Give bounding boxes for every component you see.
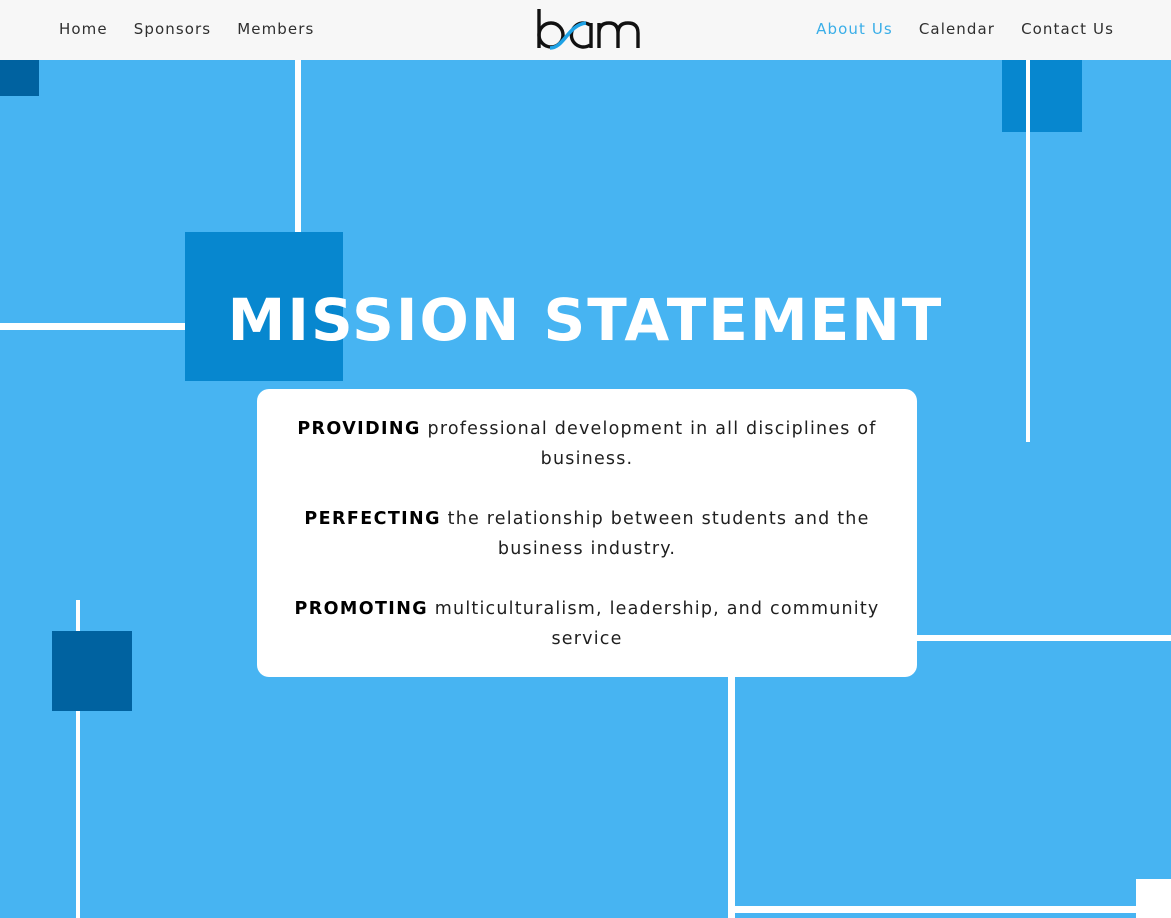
- nav-right: About Us Calendar Contact Us: [790, 0, 1114, 58]
- statement-keyword: PROMOTING: [294, 599, 429, 619]
- bam-logo[interactable]: [534, 7, 646, 51]
- nav-link-home[interactable]: Home: [59, 20, 108, 38]
- decor-square-top-left: [0, 60, 39, 96]
- decor-square-bottom-right: [1136, 879, 1171, 918]
- mission-statement-item: PROMOTING multiculturalism, leadership, …: [285, 594, 889, 654]
- nav-link-calendar[interactable]: Calendar: [919, 20, 995, 38]
- nav-link-members[interactable]: Members: [237, 20, 314, 38]
- decor-line-vertical: [295, 60, 301, 235]
- decor-square-bottom-left: [52, 631, 132, 711]
- nav-link-about-us[interactable]: About Us: [816, 20, 893, 38]
- mission-statement-item: PROVIDING professional development in al…: [285, 414, 889, 474]
- nav-left: Home Sponsors Members: [59, 0, 340, 58]
- decor-square-top-right: [1002, 60, 1082, 132]
- page: Home Sponsors Members About Us Calendar …: [0, 0, 1171, 918]
- page-title: MISSION STATEMENT: [227, 286, 944, 354]
- decor-line-vertical: [1026, 60, 1030, 442]
- bam-logo-mark: [537, 9, 640, 50]
- statement-keyword: PROVIDING: [297, 419, 421, 439]
- statement-text: professional development in all discipli…: [420, 419, 877, 469]
- decor-line-vertical: [728, 675, 735, 918]
- statement-keyword: PERFECTING: [304, 509, 441, 529]
- mission-statement-item: PERFECTING the relationship between stud…: [285, 504, 889, 564]
- statement-text: multiculturalism, leadership, and commun…: [428, 599, 880, 649]
- nav-link-contact-us[interactable]: Contact Us: [1021, 20, 1114, 38]
- mission-card: PROVIDING professional development in al…: [257, 389, 917, 677]
- statement-text: the relationship between students and th…: [440, 509, 870, 559]
- nav-link-sponsors[interactable]: Sponsors: [134, 20, 212, 38]
- site-header: Home Sponsors Members About Us Calendar …: [0, 0, 1171, 60]
- decor-line-horizontal: [728, 906, 1171, 913]
